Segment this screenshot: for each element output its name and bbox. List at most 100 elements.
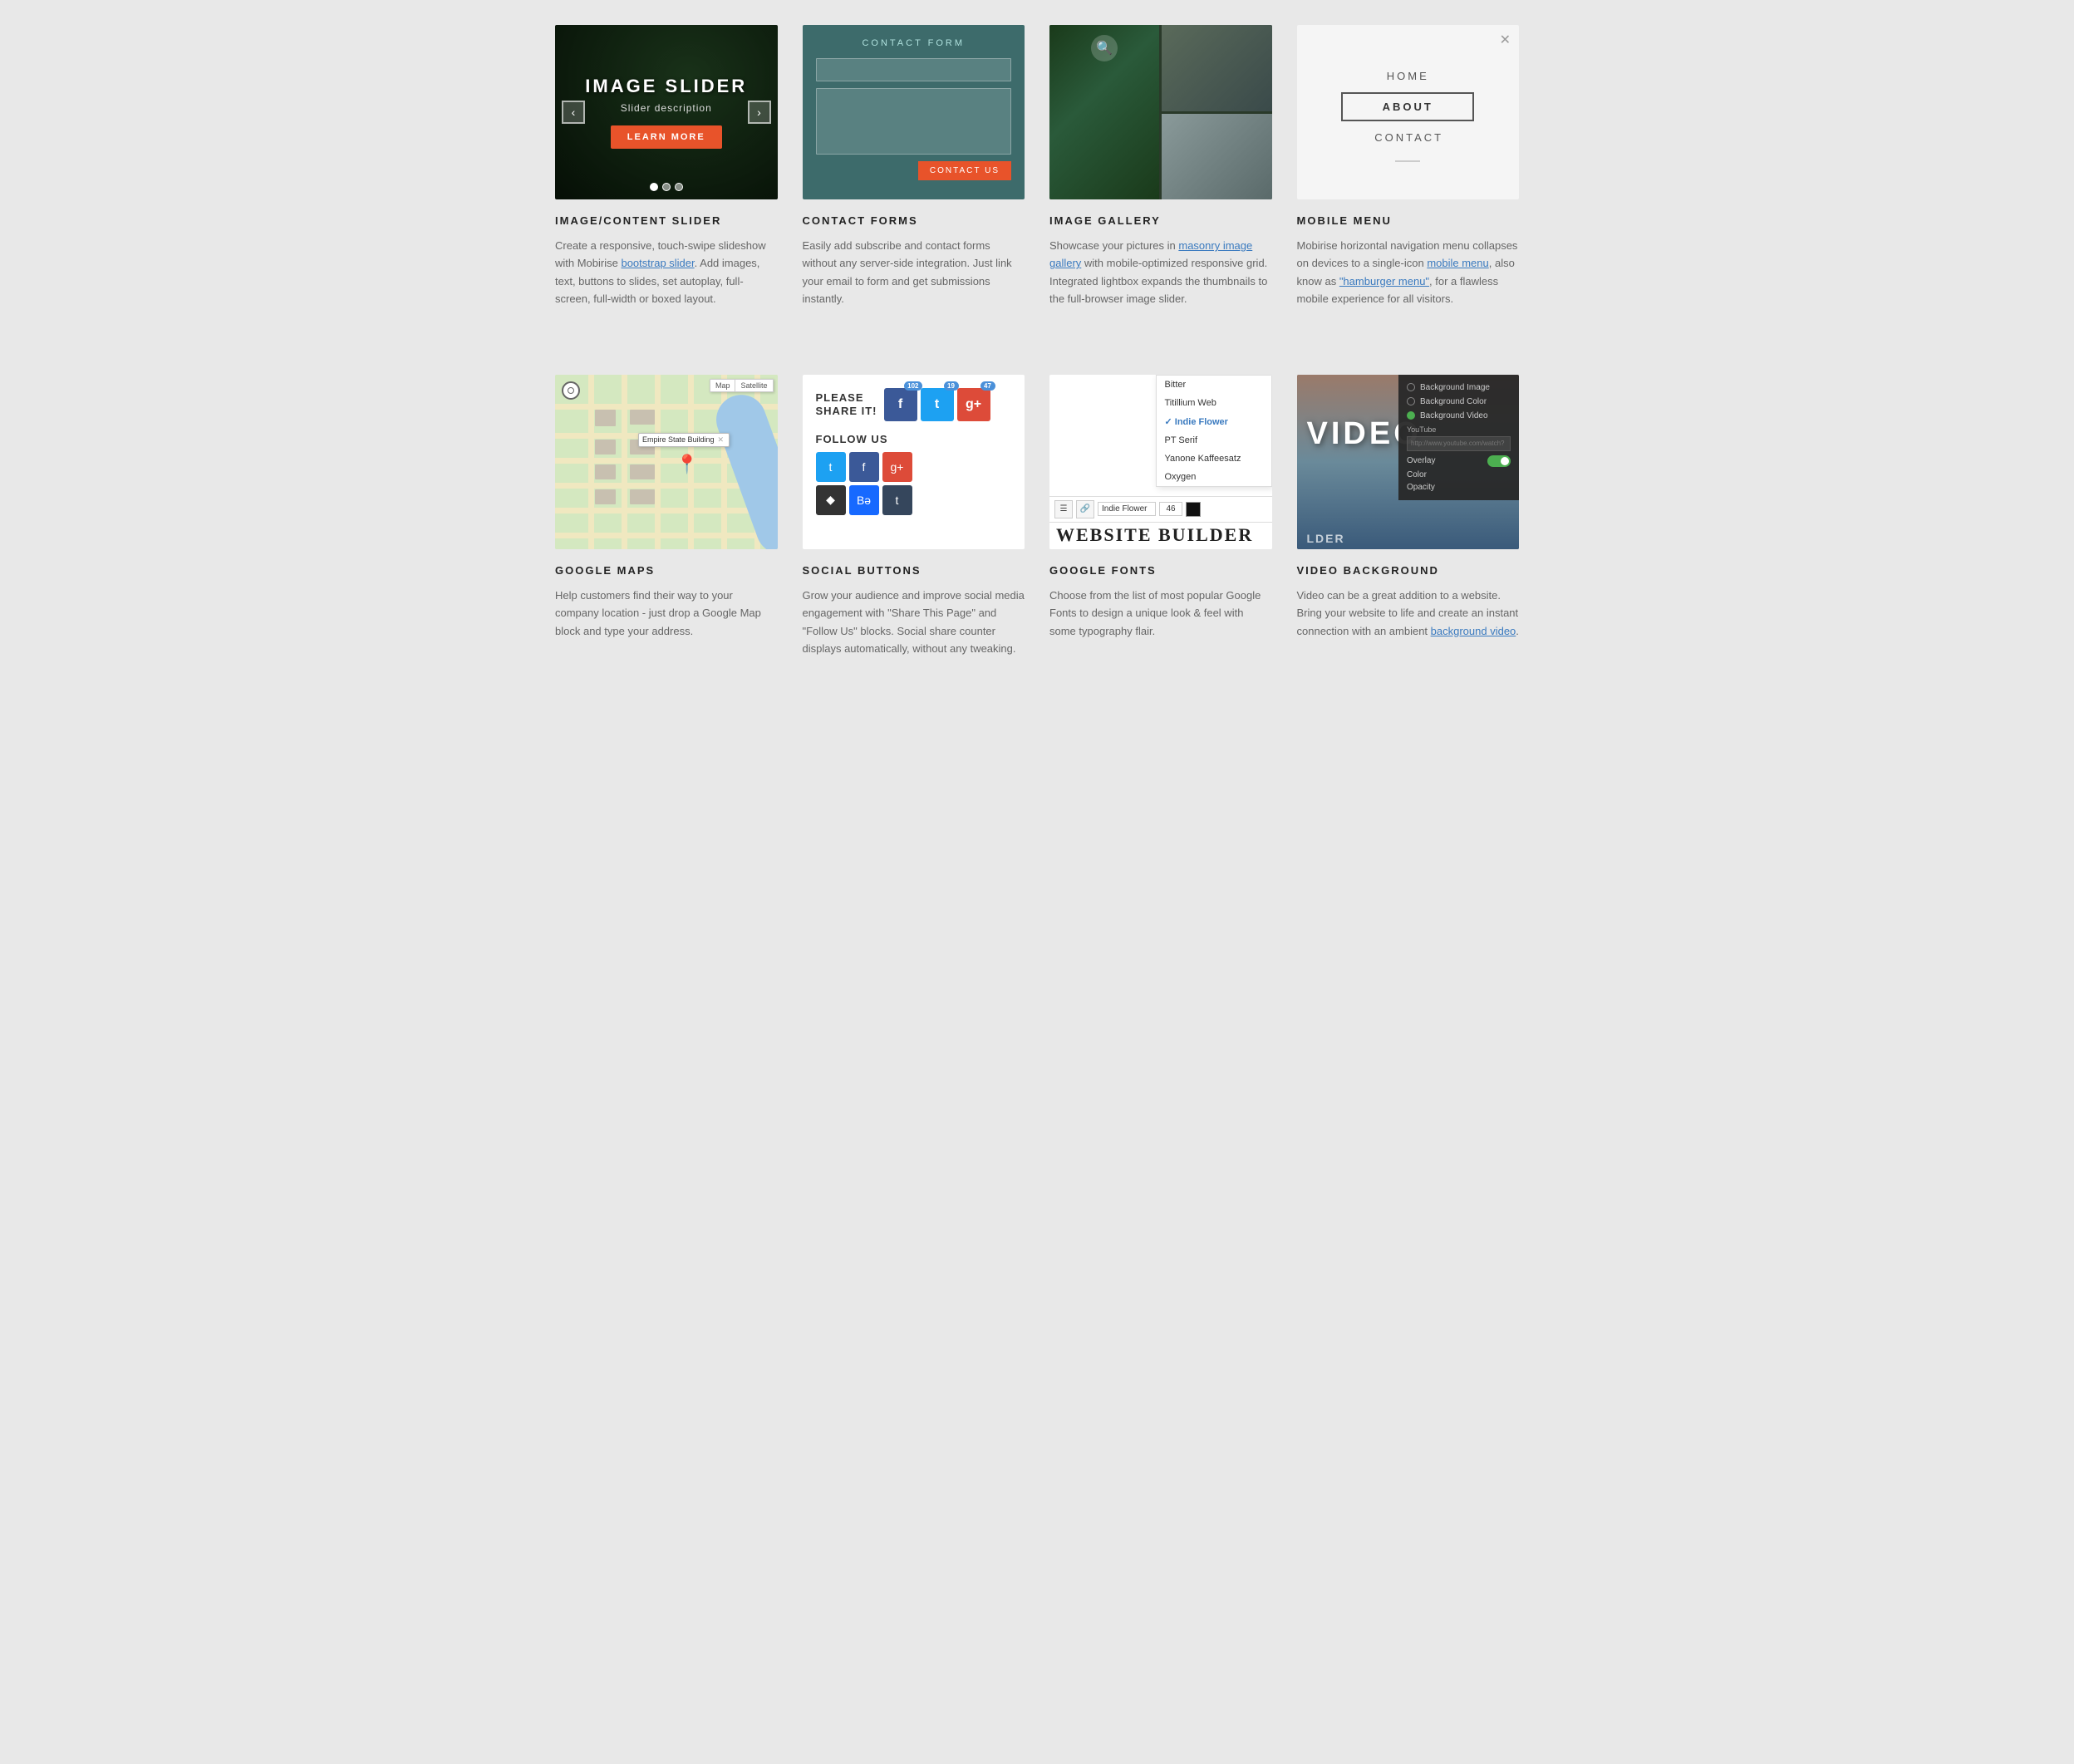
- panel-row-bg-color: Background Color: [1407, 397, 1511, 406]
- card-social-buttons: PLEASESHARE IT! f 102 t 19 g+ 47: [803, 375, 1025, 658]
- mobile-menu-preview: ✕ HOME ABOUT CONTACT: [1297, 25, 1520, 199]
- tumblr-follow-icon[interactable]: t: [882, 485, 912, 515]
- radio-bg-video[interactable]: [1407, 411, 1415, 420]
- map-popup-close[interactable]: ✕: [718, 435, 725, 445]
- radio-bg-image[interactable]: [1407, 383, 1415, 391]
- card-title-mobile-menu: MOBILE MENU: [1297, 214, 1520, 227]
- slider-prev-arrow[interactable]: ‹: [562, 101, 585, 124]
- font-item-ptserif[interactable]: PT Serif: [1157, 431, 1271, 450]
- font-align-btn[interactable]: ☰: [1054, 500, 1073, 518]
- fonts-preview-text: WEBSITE BUILDER: [1049, 521, 1272, 549]
- card-desc-fonts: Choose from the list of most popular Goo…: [1049, 587, 1272, 640]
- nav-item-home[interactable]: HOME: [1341, 63, 1474, 89]
- overlay-label: Overlay: [1407, 456, 1435, 465]
- opacity-row: Opacity: [1407, 483, 1511, 492]
- card-desc-mobile-menu: Mobirise horizontal navigation menu coll…: [1297, 237, 1520, 308]
- card-desc-video: Video can be a great addition to a websi…: [1297, 587, 1520, 640]
- contact-preview: CONTACT FORM CONTACT US: [803, 25, 1025, 199]
- twitter-share-icon[interactable]: t 19: [921, 388, 954, 421]
- section-gap: [555, 350, 1519, 375]
- font-item-bitter[interactable]: Bitter: [1157, 376, 1271, 394]
- slider-title: IMAGE SLIDER: [585, 76, 747, 97]
- video-settings-panel: Background Image Background Color Backgr…: [1398, 375, 1519, 500]
- gallery-cell-top-right: [1162, 25, 1271, 111]
- map-crosshair-ctrl[interactable]: [562, 381, 580, 400]
- nav-item-about[interactable]: ABOUT: [1341, 92, 1474, 121]
- font-item-oxygen[interactable]: Oxygen: [1157, 468, 1271, 486]
- slider-next-arrow[interactable]: ›: [748, 101, 771, 124]
- facebook-share-icon[interactable]: f 102: [884, 388, 917, 421]
- font-item-indie[interactable]: ✓ Indie Flower: [1157, 412, 1271, 431]
- tw-count: 19: [944, 381, 959, 391]
- contact-name-input[interactable]: [816, 58, 1012, 81]
- opacity-label: Opacity: [1407, 483, 1435, 492]
- contact-submit-btn[interactable]: CONTACT US: [918, 161, 1011, 180]
- card-video-background: VIDEO LDER Background Image Background C…: [1297, 375, 1520, 658]
- googleplus-follow-icon[interactable]: g+: [882, 452, 912, 482]
- map-street-v3: [655, 375, 661, 549]
- dot-3[interactable]: [675, 183, 683, 191]
- map-block-2: [630, 410, 655, 425]
- font-item-yanone[interactable]: Yanone Kaffeesatz: [1157, 450, 1271, 468]
- gallery-search-icon: 🔍: [1091, 35, 1118, 61]
- map-street-v1: [588, 375, 594, 549]
- gallery-preview: 🔍: [1049, 25, 1272, 199]
- card-title-slider: IMAGE/CONTENT SLIDER: [555, 214, 778, 227]
- map-tab-map[interactable]: Map: [710, 380, 735, 391]
- card-desc-maps: Help customers find their way to your co…: [555, 587, 778, 640]
- map-preview: Map Satellite 📍 Empire State Building ✕: [555, 375, 778, 549]
- dot-2[interactable]: [662, 183, 671, 191]
- bg-video-label: Background Video: [1420, 411, 1488, 420]
- link-background-video[interactable]: background video: [1431, 625, 1516, 637]
- slider-dots: [650, 183, 683, 191]
- map-popup-text: Empire State Building: [642, 435, 715, 444]
- behance-follow-icon[interactable]: Bǝ: [849, 485, 879, 515]
- social-share-label: PLEASESHARE IT!: [816, 391, 877, 417]
- googleplus-share-icon[interactable]: g+ 47: [957, 388, 990, 421]
- mobile-menu-close-icon[interactable]: ✕: [1500, 32, 1511, 48]
- card-desc-gallery: Showcase your pictures in masonry image …: [1049, 237, 1272, 308]
- youtube-url-input[interactable]: [1407, 436, 1511, 451]
- contact-message-textarea[interactable]: [816, 88, 1012, 155]
- github-follow-icon[interactable]: ◆: [816, 485, 846, 515]
- overlay-toggle[interactable]: [1487, 455, 1511, 467]
- social-follow-icons: t f g+: [816, 452, 1012, 482]
- font-color-picker[interactable]: [1186, 502, 1201, 517]
- slider-learn-more-btn[interactable]: LEARN MORE: [611, 125, 722, 149]
- dot-1[interactable]: [650, 183, 658, 191]
- map-street-v2: [622, 375, 627, 549]
- link-mobile-menu[interactable]: mobile menu: [1427, 257, 1488, 269]
- link-bootstrap-slider[interactable]: bootstrap slider: [621, 257, 694, 269]
- map-block-7: [595, 489, 616, 504]
- link-masonry-gallery[interactable]: masonry image gallery: [1049, 239, 1252, 269]
- row2-grid: Map Satellite 📍 Empire State Building ✕ …: [555, 375, 1519, 658]
- card-mobile-menu: ✕ HOME ABOUT CONTACT MOBILE MENU Mobiris…: [1297, 25, 1520, 308]
- card-title-video: VIDEO BACKGROUND: [1297, 564, 1520, 577]
- social-share-row: PLEASESHARE IT! f 102 t 19 g+ 47: [816, 388, 1012, 421]
- color-label: Color: [1407, 470, 1427, 479]
- map-tab-satellite[interactable]: Satellite: [735, 380, 772, 391]
- panel-row-bg-image: Background Image: [1407, 383, 1511, 392]
- card-desc-slider: Create a responsive, touch-swipe slidesh…: [555, 237, 778, 308]
- font-item-titillium[interactable]: Titillium Web: [1157, 394, 1271, 412]
- link-hamburger-menu[interactable]: "hamburger menu": [1339, 275, 1429, 287]
- font-link-btn[interactable]: 🔗: [1076, 500, 1094, 518]
- video-text-small: LDER: [1307, 532, 1345, 545]
- facebook-follow-icon[interactable]: f: [849, 452, 879, 482]
- fb-count: 102: [904, 381, 922, 391]
- contact-form-title: CONTACT FORM: [816, 38, 1012, 48]
- card-google-maps: Map Satellite 📍 Empire State Building ✕ …: [555, 375, 778, 658]
- map-pin-marker: 📍: [676, 454, 698, 475]
- slider-preview: ‹ IMAGE SLIDER Slider description LEARN …: [555, 25, 778, 199]
- twitter-follow-icon[interactable]: t: [816, 452, 846, 482]
- card-desc-contact: Easily add subscribe and contact forms w…: [803, 237, 1025, 308]
- font-size-input[interactable]: 46: [1159, 502, 1182, 516]
- radio-bg-color[interactable]: [1407, 397, 1415, 405]
- card-title-contact: CONTACT FORMS: [803, 214, 1025, 227]
- card-contact-forms: CONTACT FORM CONTACT US CONTACT FORMS Ea…: [803, 25, 1025, 308]
- font-family-select[interactable]: Indie Flower: [1098, 502, 1156, 516]
- social-follow-section: FOLLOW US t f g+ ◆ Bǝ t: [816, 433, 1012, 515]
- panel-row-bg-video: Background Video: [1407, 411, 1511, 420]
- nav-item-contact[interactable]: CONTACT: [1341, 125, 1474, 150]
- social-follow-icons-2: ◆ Bǝ t: [816, 485, 1012, 515]
